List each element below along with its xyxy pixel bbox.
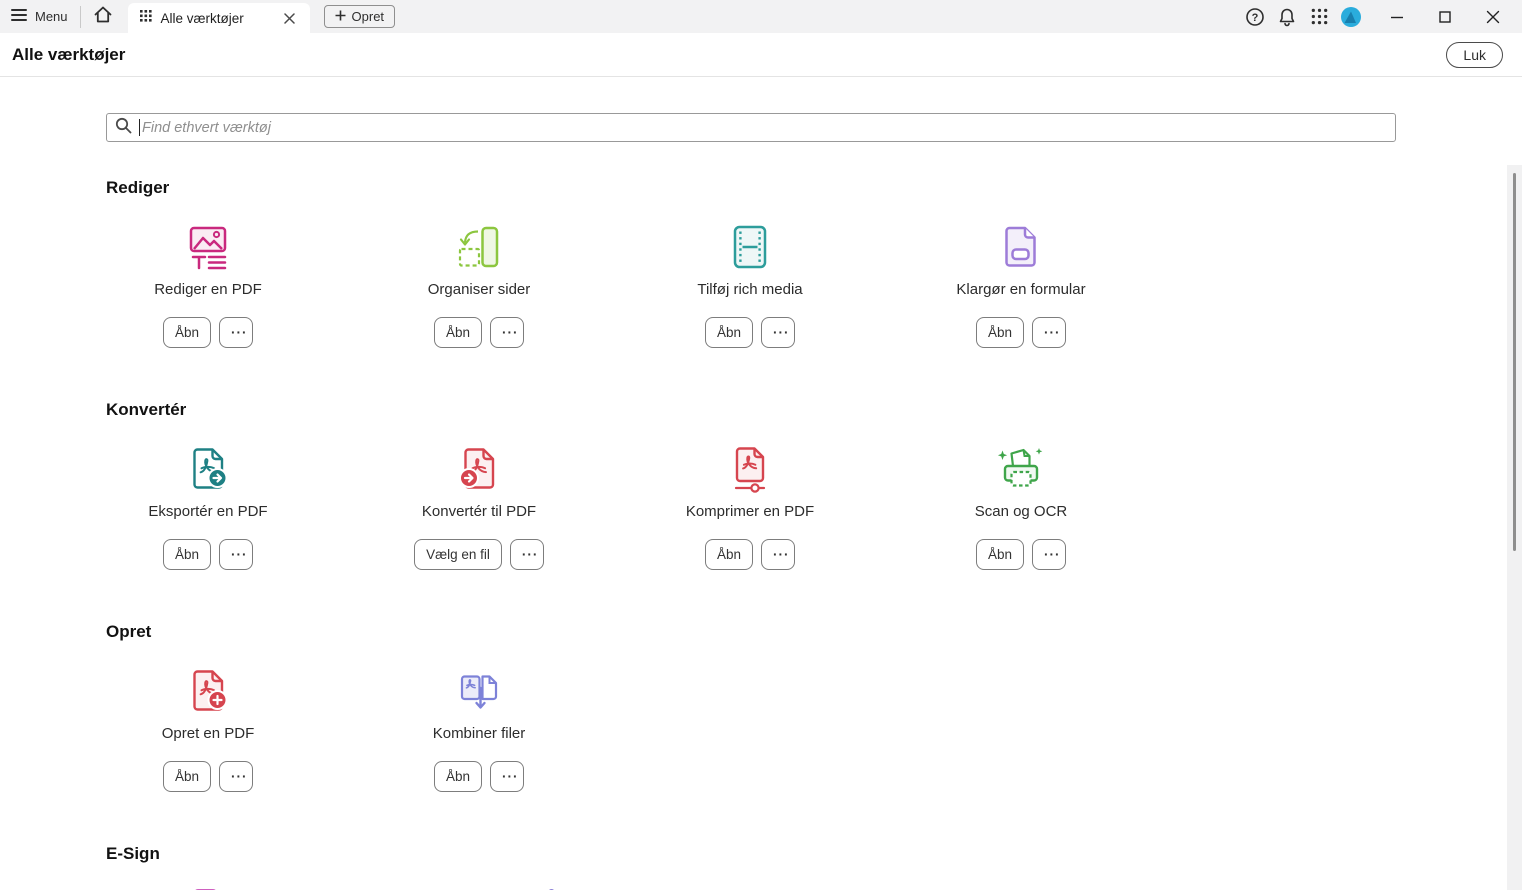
hamburger-icon xyxy=(11,8,27,25)
more-options-button[interactable]: ··· xyxy=(1032,317,1067,348)
edit-pdf-icon xyxy=(184,223,232,271)
bell-icon xyxy=(1279,8,1295,26)
menu-label: Menu xyxy=(35,9,68,24)
tool-label: Scan og OCR xyxy=(974,503,1068,520)
open-button[interactable]: Åbn xyxy=(162,539,212,570)
tool-section: Opret Opret en PDF Åbn ··· Kombiner file… xyxy=(106,622,1522,792)
close-page-button[interactable]: Luk xyxy=(1446,41,1503,68)
page-header: Alle værktøjer Luk xyxy=(0,33,1522,77)
more-options-button[interactable]: ··· xyxy=(490,317,525,348)
plus-icon xyxy=(335,9,346,24)
more-options-button[interactable]: ··· xyxy=(219,317,254,348)
home-button[interactable] xyxy=(81,0,125,33)
section-title: E-Sign xyxy=(106,844,160,863)
organize-pages-icon xyxy=(455,223,503,271)
open-button[interactable]: Åbn xyxy=(433,317,483,348)
scrollbar-thumb[interactable] xyxy=(1513,173,1516,551)
tool-card: Kombiner filer Åbn ··· xyxy=(377,667,581,792)
tool-card: Scan og OCR Åbn ··· xyxy=(919,445,1123,570)
tool-row: Rediger en PDF Åbn ··· Organiser sider Å… xyxy=(106,223,1522,348)
more-options-button[interactable]: ··· xyxy=(219,761,254,792)
open-button[interactable]: Åbn xyxy=(704,539,754,570)
create-pdf-icon xyxy=(184,667,232,715)
home-icon xyxy=(93,5,113,29)
close-icon xyxy=(1486,10,1500,23)
export-pdf-icon xyxy=(184,445,232,493)
apps-button[interactable] xyxy=(1306,4,1332,30)
open-button[interactable]: Åbn xyxy=(433,761,483,792)
tool-label: Kombiner filer xyxy=(432,725,526,742)
notifications-button[interactable] xyxy=(1274,4,1300,30)
help-icon: ? xyxy=(1246,7,1264,26)
help-button[interactable]: ? xyxy=(1242,4,1268,30)
tool-card: Organiser sider Åbn ··· xyxy=(377,223,581,348)
open-button[interactable]: Åbn xyxy=(162,317,212,348)
waffle-icon xyxy=(139,9,152,27)
more-options-button[interactable]: ··· xyxy=(509,539,544,570)
tab-close-icon[interactable] xyxy=(281,10,298,27)
tab-label: Alle værktøjer xyxy=(160,10,244,26)
scan-ocr-icon xyxy=(997,445,1045,493)
maximize-icon xyxy=(1439,10,1451,23)
tool-card: Klargør en formular Åbn ··· xyxy=(919,223,1123,348)
tools-sections: Rediger Rediger en PDF Åbn ··· Organiser… xyxy=(0,178,1522,890)
convert-pdf-icon xyxy=(455,445,503,493)
close-window-button[interactable] xyxy=(1478,4,1508,30)
search-icon xyxy=(115,117,132,139)
minimize-button[interactable] xyxy=(1382,4,1412,30)
tool-label: Organiser sider xyxy=(427,281,531,298)
tool-section: Konvertér Eksportér en PDF Åbn ··· Konve… xyxy=(106,400,1522,570)
tool-label: Rediger en PDF xyxy=(154,281,262,298)
open-button[interactable]: Åbn xyxy=(704,317,754,348)
more-options-button[interactable]: ··· xyxy=(761,317,796,348)
more-options-button[interactable]: ··· xyxy=(219,539,254,570)
search-input[interactable] xyxy=(140,119,1387,136)
tool-label: Klargør en formular xyxy=(956,281,1086,298)
tool-row: Eksportér en PDF Åbn ··· Konvertér til P… xyxy=(106,445,1522,570)
tool-card: Tilføj rich media Åbn ··· xyxy=(648,223,852,348)
prepare-form-icon xyxy=(997,223,1045,271)
scrollbar-track[interactable] xyxy=(1507,165,1522,890)
combine-files-icon xyxy=(455,667,503,715)
open-button[interactable]: Vælg en fil xyxy=(414,539,502,570)
more-options-button[interactable]: ··· xyxy=(1032,539,1067,570)
tab-alle-vaerktoejer[interactable]: Alle værktøjer xyxy=(127,3,310,33)
open-button[interactable]: Åbn xyxy=(975,539,1025,570)
titlebar: Menu Alle værktøjer Opret ? xyxy=(0,0,1522,33)
page-title: Alle værktøjer xyxy=(12,44,126,64)
tool-row: Opret en PDF Åbn ··· Kombiner filer Åbn … xyxy=(106,667,1522,792)
open-button[interactable]: Åbn xyxy=(975,317,1025,348)
menu-button[interactable]: Menu xyxy=(0,0,80,33)
tool-label: Eksportér en PDF xyxy=(148,503,268,520)
tool-section: E-Sign xyxy=(106,844,1522,890)
more-options-button[interactable]: ··· xyxy=(761,539,796,570)
create-tab-button[interactable]: Opret xyxy=(323,5,396,28)
open-button[interactable]: Åbn xyxy=(162,761,212,792)
tool-label: Opret en PDF xyxy=(161,725,255,742)
tool-card: Eksportér en PDF Åbn ··· xyxy=(106,445,310,570)
tool-label: Komprimer en PDF xyxy=(685,503,815,520)
maximize-button[interactable] xyxy=(1430,4,1460,30)
tool-card: Opret en PDF Åbn ··· xyxy=(106,667,310,792)
minimize-icon xyxy=(1391,16,1403,18)
svg-text:?: ? xyxy=(1252,12,1259,24)
tool-section: Rediger Rediger en PDF Åbn ··· Organiser… xyxy=(106,178,1522,348)
section-title: Opret xyxy=(106,622,152,641)
tool-card: Konvertér til PDF Vælg en fil ··· xyxy=(377,445,581,570)
rich-media-icon xyxy=(726,223,774,271)
avatar xyxy=(1341,6,1361,27)
tool-card: Rediger en PDF Åbn ··· xyxy=(106,223,310,348)
section-title: Rediger xyxy=(106,178,170,197)
tool-label: Tilføj rich media xyxy=(697,281,803,298)
tool-search[interactable] xyxy=(106,113,1396,142)
account-avatar[interactable] xyxy=(1338,4,1364,30)
compress-pdf-icon xyxy=(726,445,774,493)
create-tab-label: Opret xyxy=(351,9,385,24)
app-grid-icon xyxy=(1311,8,1327,25)
tool-card: Komprimer en PDF Åbn ··· xyxy=(648,445,852,570)
tool-label: Konvertér til PDF xyxy=(421,503,537,520)
more-options-button[interactable]: ··· xyxy=(490,761,525,792)
section-title: Konvertér xyxy=(106,400,187,419)
